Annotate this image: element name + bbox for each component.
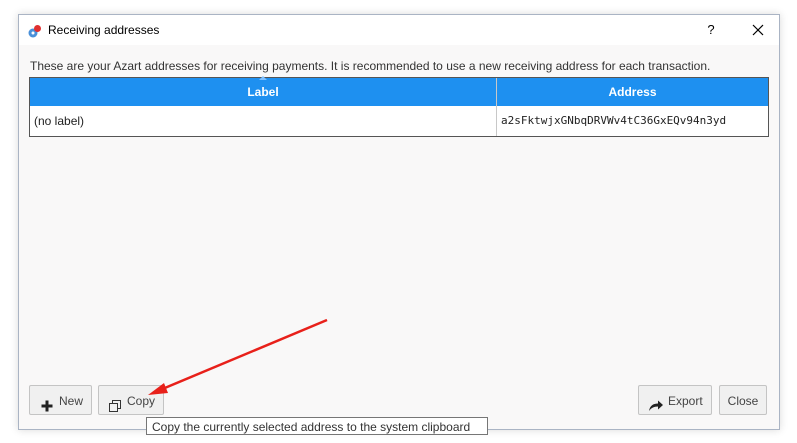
copy-tooltip: Copy the currently selected address to t… [146,417,488,435]
copy-button-label: Copy [127,394,156,408]
copy-icon [108,394,122,412]
row-label-cell[interactable]: (no label) [34,106,84,136]
description-text: These are your Azart addresses for recei… [30,59,711,73]
export-button-label: Export [668,394,703,408]
help-button[interactable]: ? [695,15,727,45]
export-button[interactable]: Export [638,385,712,415]
column-header-address[interactable]: Address [497,78,768,106]
row-address-cell[interactable]: a2sFktwjxGNbqDRVWv4tC36GxEQv94n3yd [501,106,726,136]
new-button[interactable]: New [29,385,92,415]
export-arrow-icon [648,394,664,411]
receiving-addresses-dialog: Receiving addresses ? These are your Aza… [18,14,780,430]
window-title: Receiving addresses [48,23,160,37]
close-button[interactable]: Close [719,385,767,415]
window-close-button[interactable] [737,15,779,45]
new-button-label: New [59,394,84,408]
app-logo-icon [27,23,43,39]
title-bar: Receiving addresses ? [19,15,779,45]
close-icon [737,24,779,48]
plus-icon [40,394,54,412]
column-divider [496,78,497,136]
copy-button[interactable]: Copy [98,385,164,415]
addresses-table: Label Address (no label) a2sFktwjxGNbqDR… [29,76,769,137]
sort-ascending-icon [259,76,267,80]
column-header-label[interactable]: Label [30,78,496,106]
